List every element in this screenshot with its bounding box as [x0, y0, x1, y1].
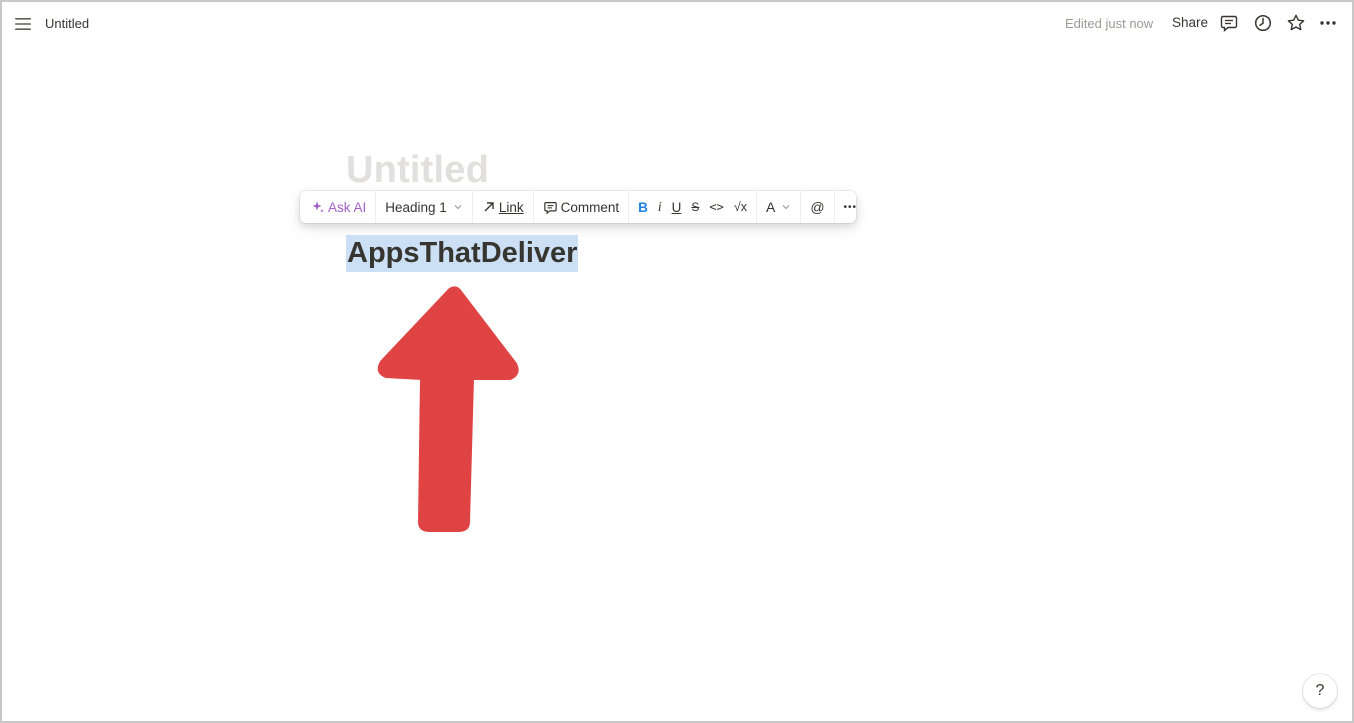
chevron-down-icon [454, 205, 462, 210]
block-type-dropdown[interactable]: Heading 1 [382, 200, 466, 215]
block-type-label: Heading 1 [385, 199, 447, 215]
link-label: Link [498, 199, 524, 215]
page-title-placeholder[interactable]: Untitled [346, 149, 489, 192]
breadcrumb-page-name[interactable]: Untitled [45, 16, 89, 31]
chevron-down-icon [782, 205, 790, 210]
comment-label: Comment [560, 199, 620, 215]
menu-icon[interactable] [13, 14, 33, 34]
ask-ai-label: Ask AI [328, 199, 367, 215]
star-icon[interactable] [1286, 13, 1306, 33]
help-button[interactable]: ? [1303, 674, 1337, 708]
italic-button[interactable]: i [653, 199, 667, 215]
text-color-label: A [765, 199, 776, 215]
bold-button[interactable]: B [633, 200, 653, 215]
code-button[interactable]: <> [704, 200, 728, 214]
math-button[interactable]: √x [729, 200, 752, 214]
edited-status: Edited just now [1065, 16, 1154, 31]
red-arrow-up [377, 286, 519, 532]
text-color-dropdown[interactable]: A [763, 199, 794, 215]
underline-button[interactable]: U [667, 200, 687, 215]
ask-ai-button[interactable]: Ask AI [308, 200, 369, 215]
app-window: Untitled Edited just now Share Untitled [0, 0, 1354, 723]
sparkle-icon [312, 201, 324, 213]
comment-bubble-icon [543, 201, 557, 214]
comment-button[interactable]: Comment [540, 200, 623, 215]
comment-icon[interactable] [1219, 13, 1239, 33]
top-bar: Untitled Edited just now Share [2, 2, 1352, 46]
mention-button[interactable]: @ [807, 199, 827, 215]
strikethrough-button[interactable]: S [686, 200, 704, 214]
more-options-button[interactable]: ••• [841, 202, 861, 213]
arrow-up-right-icon [484, 202, 494, 212]
link-button[interactable]: Link [479, 200, 527, 215]
history-icon[interactable] [1253, 13, 1273, 33]
heading-block-selected[interactable]: AppsThatDeliver [346, 235, 579, 272]
format-toolbar: Ask AI Heading 1 Link Comment B i U S <>… [300, 191, 856, 223]
share-button[interactable]: Share [1172, 15, 1208, 30]
more-icon[interactable] [1318, 13, 1338, 33]
